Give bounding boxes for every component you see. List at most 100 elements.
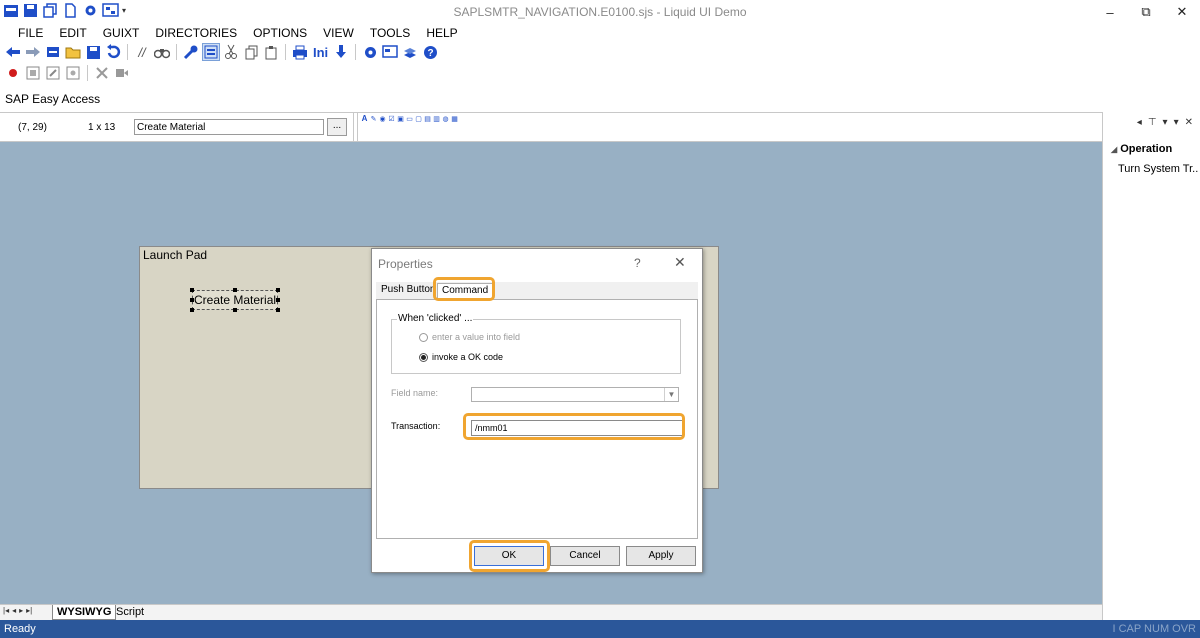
cancel-button[interactable]: Cancel	[550, 546, 620, 566]
comment-icon[interactable]: //	[133, 43, 151, 61]
undo-icon[interactable]	[104, 43, 122, 61]
listbox-element-icon[interactable]: ▦	[451, 115, 458, 123]
help-question-icon[interactable]: ?	[421, 43, 439, 61]
tab-script[interactable]: Script	[112, 605, 148, 620]
stack-books-icon[interactable]	[401, 43, 419, 61]
panel-nav-icon[interactable]: ◂	[1137, 117, 1142, 133]
chevron-down-icon[interactable]: ▼	[664, 388, 678, 401]
wrench-icon[interactable]	[182, 43, 200, 61]
menu-directories[interactable]: DIRECTORIES	[147, 24, 245, 42]
panel-close-icon[interactable]: ✕	[1185, 117, 1193, 133]
screen-layout-icon[interactable]	[381, 43, 399, 61]
copy-pages-icon[interactable]	[242, 43, 260, 61]
download-arrow-icon[interactable]	[332, 43, 350, 61]
enter-value-radio[interactable]	[419, 332, 428, 342]
radio-element-icon[interactable]: ◉	[379, 115, 386, 123]
menu-options[interactable]: OPTIONS	[245, 24, 315, 42]
tree-collapse-icon[interactable]: ◢	[1111, 145, 1117, 154]
panel-header-controls: ◂ ⊤ ▾ ▾ ✕	[1103, 117, 1200, 133]
open-folder-icon[interactable]	[64, 43, 82, 61]
menu-help[interactable]: HELP	[418, 24, 465, 42]
find-binoculars-icon[interactable]	[153, 43, 171, 61]
pin-icon[interactable]: ⊤	[1148, 117, 1157, 133]
cut-scissors-icon[interactable]	[222, 43, 240, 61]
tree-item-turn-system-trace[interactable]: Turn System Tr...	[1118, 163, 1198, 175]
step-over-icon[interactable]	[44, 64, 62, 82]
panel-menu-chevron-icon[interactable]: ▾	[1163, 117, 1168, 133]
selection-handle[interactable]	[276, 288, 280, 292]
tab-wysiwyg[interactable]: WYSIWYG	[52, 605, 117, 620]
selection-handle[interactable]	[233, 308, 237, 312]
menu-edit[interactable]: EDIT	[51, 24, 94, 42]
image-element-icon[interactable]: ▥	[433, 115, 440, 123]
dialog-close-button[interactable]: ✕	[674, 254, 686, 271]
web-element-icon[interactable]: ◍	[442, 115, 449, 123]
paste-icon[interactable]	[262, 43, 280, 61]
menu-guixt[interactable]: GUIXT	[95, 24, 148, 42]
invoke-okcode-radio-row[interactable]: invoke a OK code	[419, 352, 503, 362]
checkbox-element-icon[interactable]: ☑	[388, 115, 395, 123]
menu-view[interactable]: VIEW	[315, 24, 362, 42]
forward-arrow-icon[interactable]	[24, 43, 42, 61]
enter-value-radio-row[interactable]: enter a value into field	[419, 332, 520, 342]
enter-value-radio-label: enter a value into field	[432, 332, 521, 342]
box-element-icon[interactable]: ▢	[415, 115, 422, 123]
create-material-pushbutton[interactable]: Create Material	[192, 290, 278, 310]
close-button[interactable]: ✕	[1164, 0, 1200, 24]
selection-handle[interactable]	[276, 298, 280, 302]
transaction-input[interactable]	[471, 420, 683, 436]
print-icon[interactable]	[291, 43, 309, 61]
toolbar-separator	[285, 44, 286, 60]
step-out-icon[interactable]	[64, 64, 82, 82]
transaction-label: Transaction:	[391, 421, 441, 431]
table-element-icon[interactable]: ▤	[424, 115, 431, 123]
properties-divider	[357, 113, 358, 143]
tree-node-operation[interactable]: ◢ Operation	[1111, 143, 1172, 155]
operations-panel: ◂ ⊤ ▾ ▾ ✕ ◢ Operation Turn System Tr...	[1102, 112, 1200, 620]
next-tab-icon[interactable]: ▸	[19, 606, 23, 615]
restore-button[interactable]: ⧉	[1128, 0, 1164, 24]
field-name-combobox[interactable]: ▼	[471, 387, 679, 402]
ok-button[interactable]: OK	[474, 546, 544, 566]
toolbar-separator	[87, 65, 88, 81]
size-readout: 1 x 13	[88, 122, 116, 133]
element-label-input[interactable]	[134, 119, 324, 135]
menu-file[interactable]: FILE	[10, 24, 51, 42]
menu-tools[interactable]: TOOLS	[362, 24, 418, 42]
record-icon[interactable]	[4, 64, 22, 82]
selection-handle[interactable]	[276, 308, 280, 312]
browse-button[interactable]: ...	[327, 118, 347, 136]
window-title: SAPLSMTR_NAVIGATION.E0100.sjs - Liquid U…	[453, 5, 747, 19]
dialog-help-button[interactable]: ?	[634, 256, 641, 270]
selection-handle[interactable]	[190, 298, 194, 302]
input-element-icon[interactable]: ▣	[397, 115, 404, 123]
prev-tab-icon[interactable]: ◂	[12, 606, 16, 615]
panel-dropdown-icon[interactable]: ▾	[1174, 117, 1179, 133]
video-camera-icon[interactable]	[113, 64, 131, 82]
back-arrow-icon[interactable]	[4, 43, 22, 61]
step-into-icon[interactable]	[24, 64, 42, 82]
toolbar-separator	[355, 44, 357, 60]
apply-button[interactable]: Apply	[626, 546, 696, 566]
save-disk-icon[interactable]	[84, 43, 102, 61]
button-element-icon[interactable]: ▭	[406, 115, 413, 123]
first-tab-icon[interactable]: |◂	[3, 606, 9, 615]
design-mode-icon[interactable]	[202, 43, 220, 61]
tab-command[interactable]: Command	[437, 283, 494, 300]
svg-text:?: ?	[427, 48, 433, 59]
ini-button[interactable]: Ini	[311, 45, 330, 60]
invoke-okcode-radio[interactable]	[419, 352, 428, 362]
options-gear-icon[interactable]	[361, 43, 379, 61]
pen-element-icon[interactable]: ✎	[370, 115, 377, 123]
properties-dialog: Properties ? ✕ Push Button Command When …	[371, 248, 703, 573]
refresh-icon[interactable]	[44, 43, 62, 61]
minimize-button[interactable]: –	[1092, 0, 1128, 24]
text-element-icon[interactable]: A	[361, 114, 368, 123]
selection-handle[interactable]	[190, 288, 194, 292]
selection-handle[interactable]	[233, 288, 237, 292]
tab-push-button[interactable]: Push Button	[377, 283, 439, 299]
selection-handle[interactable]	[190, 308, 194, 312]
last-tab-icon[interactable]: ▸|	[26, 606, 32, 615]
tools-cross-icon[interactable]	[93, 64, 111, 82]
title-bar: ▾ SAPLSMTR_NAVIGATION.E0100.sjs - Liquid…	[0, 0, 1200, 24]
